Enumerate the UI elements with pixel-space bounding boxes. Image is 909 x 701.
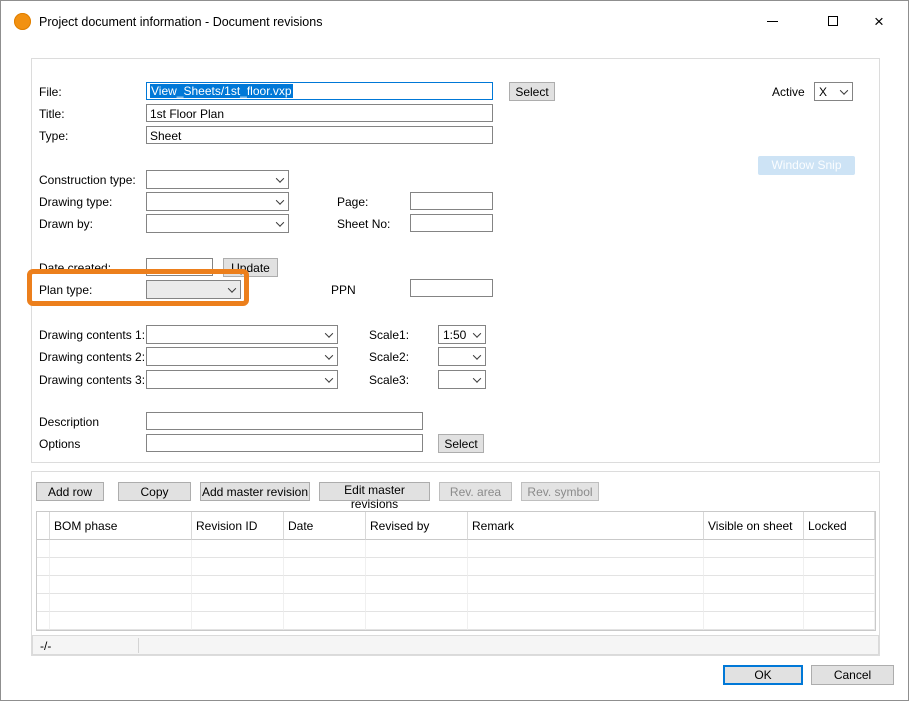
app-icon <box>14 13 31 30</box>
plan-type-combobox[interactable] <box>146 280 241 299</box>
options-label: Options <box>39 436 80 452</box>
table-row[interactable] <box>37 612 875 630</box>
options-select-button[interactable]: Select <box>438 434 484 453</box>
column-header-revision-id[interactable]: Revision ID <box>192 512 284 540</box>
scale2-label: Scale2: <box>369 349 409 365</box>
rev-area-button: Rev. area <box>439 482 512 501</box>
file-label: File: <box>39 84 62 100</box>
file-input-selected-text: View_Sheets/1st_floor.vxp <box>150 84 293 98</box>
window-snip-ghost: Window Snip <box>758 156 855 175</box>
chevron-down-icon <box>224 281 240 298</box>
column-header-bom-phase[interactable]: BOM phase <box>50 512 192 540</box>
maximize-icon <box>828 16 838 26</box>
project-document-dialog: Project document information - Document … <box>0 0 909 701</box>
close-button[interactable]: × <box>861 9 897 33</box>
active-value: X <box>819 85 827 99</box>
window-title: Project document information - Document … <box>39 15 322 29</box>
table-row[interactable] <box>37 540 875 558</box>
scale3-combobox[interactable] <box>438 370 486 389</box>
chevron-down-icon <box>836 83 852 100</box>
sheet-no-input[interactable] <box>410 214 493 232</box>
copy-button[interactable]: Copy <box>118 482 191 501</box>
chevron-down-icon <box>272 193 288 210</box>
table-header-row: BOM phase Revision ID Date Revised by Re… <box>37 512 875 540</box>
column-header-locked[interactable]: Locked <box>804 512 875 540</box>
table-row[interactable] <box>37 576 875 594</box>
ppn-input[interactable] <box>410 279 493 297</box>
chevron-down-icon <box>469 348 485 365</box>
revisions-table: BOM phase Revision ID Date Revised by Re… <box>36 511 876 631</box>
scale1-combobox[interactable]: 1:50 <box>438 325 486 344</box>
scale2-combobox[interactable] <box>438 347 486 366</box>
chevron-down-icon <box>469 326 485 343</box>
plan-type-label: Plan type: <box>39 282 92 298</box>
active-combobox[interactable]: X <box>814 82 853 101</box>
chevron-down-icon <box>469 371 485 388</box>
column-header-visible-on-sheet[interactable]: Visible on sheet <box>704 512 804 540</box>
drawn-by-label: Drawn by: <box>39 216 93 232</box>
add-master-revision-button[interactable]: Add master revision <box>200 482 310 501</box>
column-header-date[interactable]: Date <box>284 512 366 540</box>
table-row[interactable] <box>37 594 875 612</box>
file-select-button[interactable]: Select <box>509 82 555 101</box>
chevron-down-icon <box>272 215 288 232</box>
description-label: Description <box>39 414 99 430</box>
type-input[interactable] <box>146 126 493 144</box>
ppn-label: PPN <box>331 282 356 298</box>
description-input[interactable] <box>146 412 423 430</box>
scale3-label: Scale3: <box>369 372 409 388</box>
column-header-selector[interactable] <box>37 512 50 540</box>
drawing-contents-1-combobox[interactable] <box>146 325 338 344</box>
date-created-label: Date created: <box>39 260 111 276</box>
edit-master-revisions-button[interactable]: Edit master revisions <box>319 482 430 501</box>
file-input[interactable]: View_Sheets/1st_floor.vxp <box>146 82 493 100</box>
titlebar[interactable]: Project document information - Document … <box>1 1 908 41</box>
status-divider <box>138 638 139 653</box>
drawing-contents-1-label: Drawing contents 1: <box>39 327 145 343</box>
status-bar: -/- <box>32 635 879 655</box>
drawing-type-combobox[interactable] <box>146 192 289 211</box>
drawing-contents-3-label: Drawing contents 3: <box>39 372 145 388</box>
table-row[interactable] <box>37 558 875 576</box>
construction-type-combobox[interactable] <box>146 170 289 189</box>
sheet-no-label: Sheet No: <box>337 216 390 232</box>
scale1-label: Scale1: <box>369 327 409 343</box>
page-label: Page: <box>337 194 368 210</box>
title-label: Title: <box>39 106 65 122</box>
date-created-input[interactable] <box>146 258 213 276</box>
status-count: -/- <box>40 639 51 653</box>
drawing-type-label: Drawing type: <box>39 194 112 210</box>
scale1-value: 1:50 <box>443 328 466 342</box>
ok-button[interactable]: OK <box>723 665 803 685</box>
rev-symbol-button: Rev. symbol <box>521 482 599 501</box>
options-input[interactable] <box>146 434 423 452</box>
minimize-button[interactable] <box>754 9 790 33</box>
maximize-button[interactable] <box>815 9 851 33</box>
update-button[interactable]: Update <box>223 258 278 277</box>
construction-type-label: Construction type: <box>39 172 136 188</box>
column-header-remark[interactable]: Remark <box>468 512 704 540</box>
drawn-by-combobox[interactable] <box>146 214 289 233</box>
add-row-button[interactable]: Add row <box>36 482 104 501</box>
cancel-button[interactable]: Cancel <box>811 665 894 685</box>
drawing-contents-2-combobox[interactable] <box>146 347 338 366</box>
chevron-down-icon <box>321 371 337 388</box>
chevron-down-icon <box>272 171 288 188</box>
type-label: Type: <box>39 128 68 144</box>
drawing-contents-2-label: Drawing contents 2: <box>39 349 145 365</box>
column-header-revised-by[interactable]: Revised by <box>366 512 468 540</box>
minimize-icon <box>767 21 778 22</box>
drawing-contents-3-combobox[interactable] <box>146 370 338 389</box>
chevron-down-icon <box>321 326 337 343</box>
title-input[interactable] <box>146 104 493 122</box>
page-input[interactable] <box>410 192 493 210</box>
close-icon: × <box>874 13 884 30</box>
chevron-down-icon <box>321 348 337 365</box>
active-label: Active <box>772 84 805 100</box>
